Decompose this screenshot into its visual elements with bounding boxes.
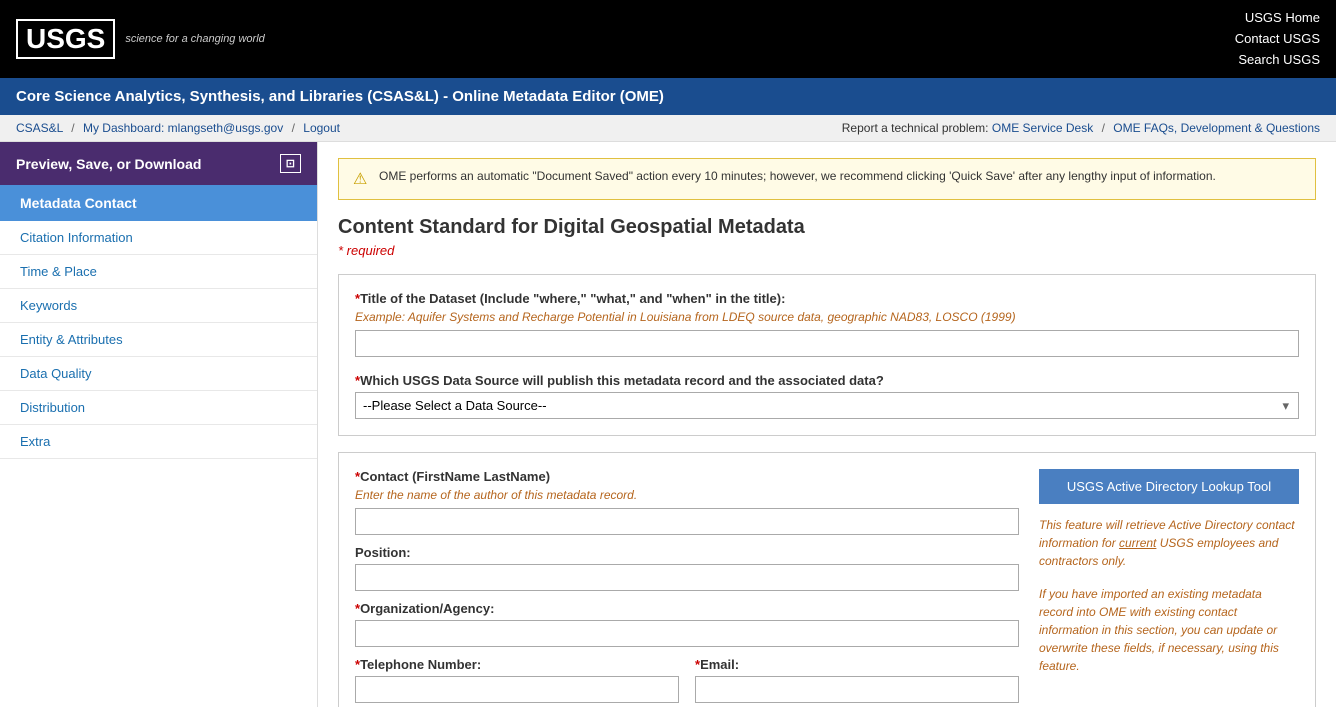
breadcrumb-left: CSAS&L / My Dashboard: mlangseth@usgs.go… — [16, 121, 340, 135]
sidebar-item-time-place[interactable]: Time & Place — [0, 255, 317, 289]
required-label: * required — [338, 243, 1316, 258]
ome-service-desk-link[interactable]: OME Service Desk — [992, 121, 1093, 135]
phone-group: *Telephone Number: — [355, 657, 679, 703]
contact-name-input[interactable] — [355, 508, 1019, 535]
preview-btn-label: Preview, Save, or Download — [16, 156, 201, 172]
sidebar-item-keywords[interactable]: Keywords — [0, 289, 317, 323]
phone-label-text: Telephone Number: — [360, 657, 481, 672]
main-layout: Preview, Save, or Download ⊡ Metadata Co… — [0, 142, 1336, 707]
contact-usgs-link[interactable]: Contact USGS — [1235, 29, 1320, 50]
page-title: Content Standard for Digital Geospatial … — [338, 216, 1316, 239]
org-input[interactable] — [355, 620, 1019, 647]
breadcrumb-sep2: / — [292, 121, 295, 135]
main-content: ⚠ OME performs an automatic "Document Sa… — [318, 142, 1336, 707]
contact-name-group: *Contact (FirstName LastName) Enter the … — [355, 469, 1019, 535]
ad-info-text-2: If you have imported an existing metadat… — [1039, 585, 1299, 675]
email-group: *Email: — [695, 657, 1019, 703]
org-label: *Organization/Agency: — [355, 601, 1019, 616]
sidebar-item-label: Data Quality — [20, 366, 92, 381]
breadcrumb-logout[interactable]: Logout — [303, 121, 340, 135]
ad-info-text-1: This feature will retrieve Active Direct… — [1039, 516, 1299, 570]
dataset-title-hint: Example: Aquifer Systems and Recharge Po… — [355, 310, 1299, 324]
notice-text: OME performs an automatic "Document Save… — [379, 169, 1216, 183]
sidebar-item-data-quality[interactable]: Data Quality — [0, 357, 317, 391]
breadcrumb-dashboard[interactable]: My Dashboard: mlangseth@usgs.gov — [83, 121, 283, 135]
sidebar-active-item: Metadata Contact — [0, 185, 317, 221]
email-label: *Email: — [695, 657, 1019, 672]
preview-icon: ⊡ — [280, 154, 301, 173]
data-source-select[interactable]: --Please Select a Data Source-- — [355, 392, 1299, 419]
logo-tagline: science for a changing world — [125, 33, 264, 45]
org-label-text: Organization/Agency: — [360, 601, 494, 616]
data-source-label-text: Which USGS Data Source will publish this… — [360, 373, 884, 388]
breadcrumb-csasl[interactable]: CSAS&L — [16, 121, 63, 135]
sidebar-item-extra[interactable]: Extra — [0, 425, 317, 459]
position-input[interactable] — [355, 564, 1019, 591]
contact-hint: Enter the name of the author of this met… — [355, 488, 1019, 502]
contact-label: *Contact (FirstName LastName) — [355, 469, 1019, 484]
notice-box: ⚠ OME performs an automatic "Document Sa… — [338, 158, 1316, 200]
sidebar-item-label: Distribution — [20, 400, 85, 415]
usgs-logo-text: USGS — [26, 25, 105, 53]
logo-area: USGS science for a changing world — [16, 19, 265, 59]
sidebar: Preview, Save, or Download ⊡ Metadata Co… — [0, 142, 318, 707]
sidebar-item-entity-attributes[interactable]: Entity & Attributes — [0, 323, 317, 357]
contact-label-text: Contact (FirstName LastName) — [360, 469, 550, 484]
preview-save-download-button[interactable]: Preview, Save, or Download ⊡ — [0, 142, 317, 185]
dataset-title-label: *Title of the Dataset (Include "where," … — [355, 291, 1299, 306]
phone-input[interactable] — [355, 676, 679, 703]
search-usgs-link[interactable]: Search USGS — [1235, 50, 1320, 71]
sidebar-item-label: Entity & Attributes — [20, 332, 123, 347]
site-banner: Core Science Analytics, Synthesis, and L… — [0, 78, 1336, 115]
active-item-label: Metadata Contact — [20, 195, 137, 211]
phone-email-row: *Telephone Number: *Email: — [355, 657, 1019, 707]
current-link[interactable]: current — [1119, 536, 1156, 550]
breadcrumb-right: Report a technical problem: OME Service … — [842, 121, 1320, 135]
warning-icon: ⚠ — [353, 169, 371, 189]
sidebar-item-label: Extra — [20, 434, 50, 449]
report-problem-label: Report a technical problem: — [842, 121, 989, 135]
data-source-label: *Which USGS Data Source will publish thi… — [355, 373, 1299, 388]
sidebar-item-distribution[interactable]: Distribution — [0, 391, 317, 425]
header-links: USGS Home Contact USGS Search USGS — [1235, 8, 1320, 70]
banner-text: Core Science Analytics, Synthesis, and L… — [16, 88, 664, 105]
contact-left: *Contact (FirstName LastName) Enter the … — [355, 469, 1019, 707]
contact-right: USGS Active Directory Lookup Tool This f… — [1039, 469, 1299, 707]
sidebar-item-label: Keywords — [20, 298, 77, 313]
data-source-select-wrapper: --Please Select a Data Source-- — [355, 392, 1299, 419]
email-input[interactable] — [695, 676, 1019, 703]
dataset-title-section: *Title of the Dataset (Include "where," … — [338, 274, 1316, 436]
usgs-logo-box: USGS — [16, 19, 115, 59]
dataset-title-label-text: Title of the Dataset (Include "where," "… — [360, 291, 785, 306]
org-group: *Organization/Agency: — [355, 601, 1019, 647]
sidebar-item-label: Citation Information — [20, 230, 133, 245]
breadcrumb-sep1: / — [71, 121, 74, 135]
position-label: Position: — [355, 545, 1019, 560]
contact-section: *Contact (FirstName LastName) Enter the … — [338, 452, 1316, 707]
ad-lookup-button[interactable]: USGS Active Directory Lookup Tool — [1039, 469, 1299, 504]
ome-faqs-link[interactable]: OME FAQs, Development & Questions — [1113, 121, 1320, 135]
usgs-home-link[interactable]: USGS Home — [1235, 8, 1320, 29]
position-group: Position: — [355, 545, 1019, 591]
sidebar-item-label: Time & Place — [20, 264, 97, 279]
dataset-title-input[interactable] — [355, 330, 1299, 357]
email-label-text: Email: — [700, 657, 739, 672]
contact-layout: *Contact (FirstName LastName) Enter the … — [355, 469, 1299, 707]
phone-label: *Telephone Number: — [355, 657, 679, 672]
breadcrumb-sep3: / — [1102, 121, 1105, 135]
breadcrumb: CSAS&L / My Dashboard: mlangseth@usgs.go… — [0, 115, 1336, 142]
sidebar-item-citation-information[interactable]: Citation Information — [0, 221, 317, 255]
site-header: USGS science for a changing world USGS H… — [0, 0, 1336, 78]
